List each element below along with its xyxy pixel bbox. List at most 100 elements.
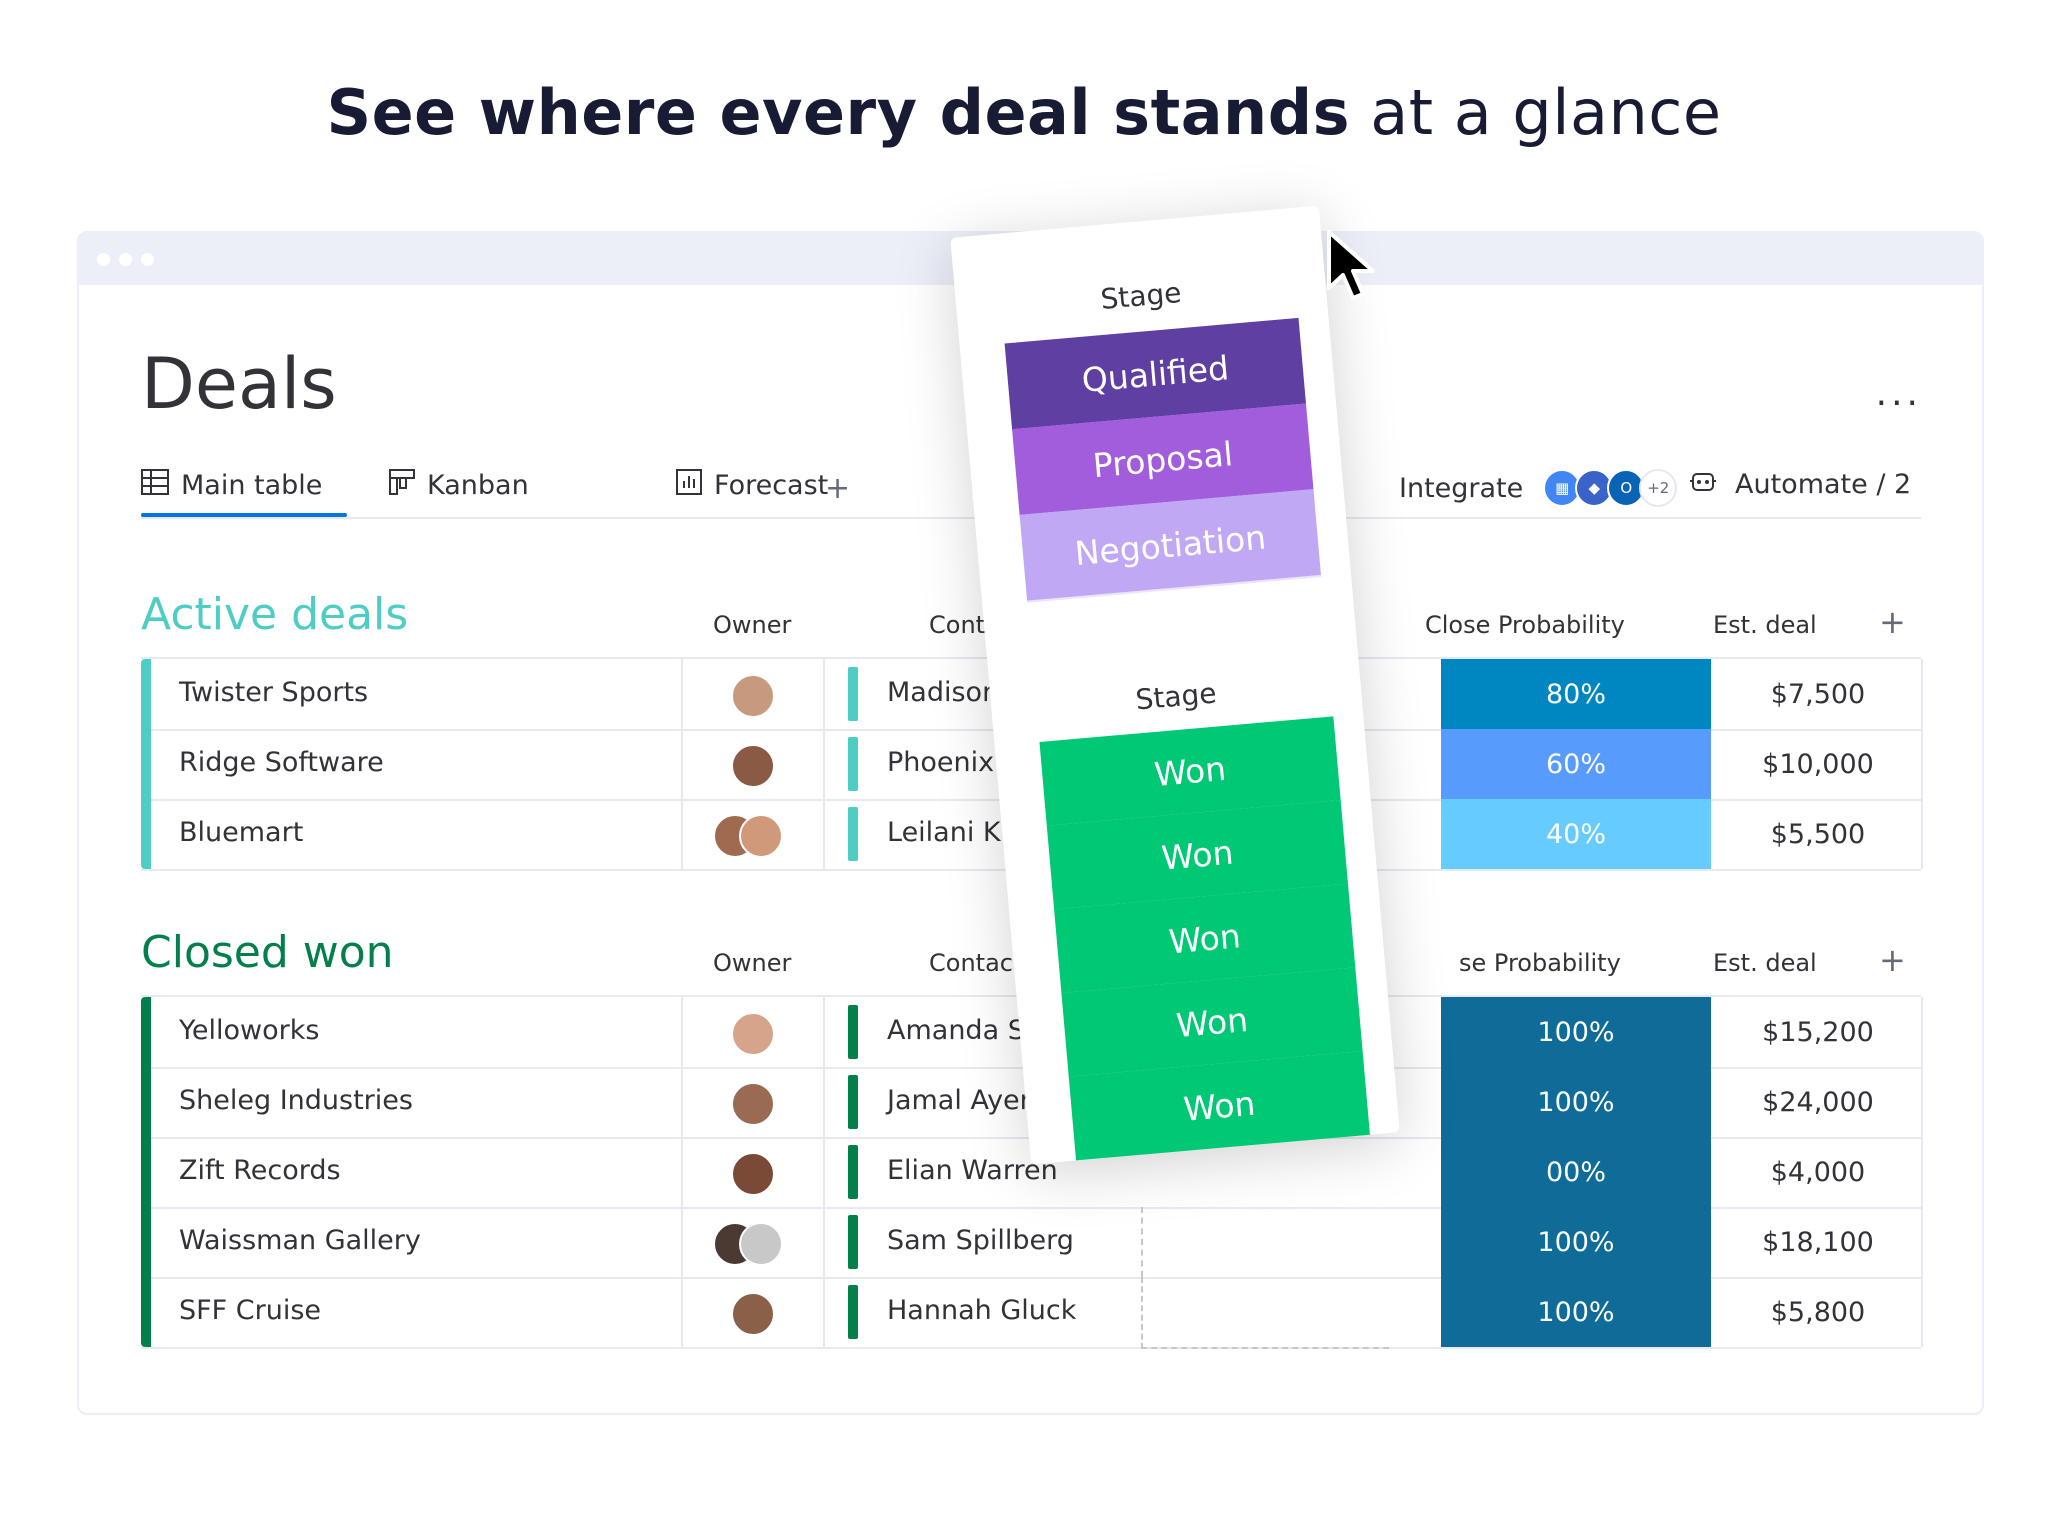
tab-forecast[interactable]: Forecast [676, 469, 828, 502]
stage-header: Stage [1099, 276, 1183, 316]
headline: See where every deal stands at a glance [0, 76, 2048, 149]
close-probability-cell[interactable]: 100% [1441, 1277, 1711, 1347]
est-deal-cell[interactable]: $7,500 [1713, 659, 1923, 729]
owner-avatar[interactable] [731, 1012, 775, 1056]
column-divider [1921, 729, 1923, 799]
deal-name[interactable]: Sheleg Industries [179, 1085, 413, 1116]
est-deal-cell[interactable]: $5,500 [1713, 799, 1923, 869]
column-divider [823, 997, 825, 1067]
headline-bold: See where every deal stands [326, 76, 1350, 149]
column-divider [1921, 1277, 1923, 1347]
robot-icon [1689, 469, 1717, 500]
tab-label: Forecast [714, 470, 829, 501]
contact-color-bar [848, 1075, 858, 1129]
owner-avatar[interactable] [731, 744, 775, 788]
column-divider [1921, 1067, 1923, 1137]
deal-name[interactable]: Bluemart [179, 817, 303, 848]
deal-name[interactable]: Yelloworks [179, 1015, 319, 1046]
close-probability-cell[interactable]: 100% [1441, 1207, 1711, 1277]
close-probability-cell[interactable]: 100% [1441, 997, 1711, 1067]
column-divider [681, 729, 683, 799]
column-divider [823, 799, 825, 869]
group-color-bar [141, 799, 151, 869]
group-color-bar [141, 1137, 151, 1209]
contact-color-bar [848, 667, 858, 721]
contact-color-bar [848, 1285, 858, 1339]
column-header-close-probability: Close Probability [1425, 611, 1625, 639]
deal-name[interactable]: SFF Cruise [179, 1295, 321, 1326]
column-divider [823, 659, 825, 729]
owner-avatar[interactable] [731, 674, 775, 718]
more-integrations-badge: +2 [1639, 469, 1678, 507]
close-probability-cell[interactable]: 60% [1441, 729, 1711, 799]
group-title-active[interactable]: Active deals [141, 589, 408, 640]
column-divider [681, 1067, 683, 1137]
group-color-bar [141, 659, 151, 731]
contact-name[interactable]: Sam Spillberg [887, 1225, 1074, 1256]
owner-avatar[interactable] [739, 1222, 783, 1266]
deal-name[interactable]: Zift Records [179, 1155, 341, 1186]
table-row[interactable]: Waissman Gallery Sam Spillberg 100% $18,… [141, 1207, 1923, 1279]
close-probability-cell[interactable]: 80% [1441, 659, 1711, 729]
owner-avatar[interactable] [731, 1082, 775, 1126]
close-probability-cell[interactable]: 40% [1441, 799, 1711, 869]
close-probability-cell[interactable]: 00% [1441, 1137, 1711, 1207]
column-divider [681, 1137, 683, 1207]
owner-avatar[interactable] [731, 1292, 775, 1336]
drop-target-cell[interactable] [1141, 1207, 1389, 1277]
deal-name[interactable]: Ridge Software [179, 747, 384, 778]
deal-name[interactable]: Waissman Gallery [179, 1225, 421, 1256]
est-deal-cell[interactable]: $24,000 [1713, 1067, 1923, 1137]
contact-name[interactable]: Hannah Gluck [887, 1295, 1076, 1326]
chart-icon [676, 469, 702, 502]
add-column-button[interactable]: + [1879, 603, 1906, 641]
group-color-bar [141, 1067, 151, 1139]
drop-target-cell[interactable] [1141, 1277, 1389, 1349]
mouse-cursor-icon [1325, 228, 1391, 308]
tab-label: Main table [181, 470, 323, 501]
est-deal-cell[interactable]: $10,000 [1713, 729, 1923, 799]
contact-name[interactable]: Jamal Ayers [887, 1085, 1045, 1116]
est-deal-cell[interactable]: $15,200 [1713, 997, 1923, 1067]
column-divider [1921, 799, 1923, 869]
contact-color-bar [848, 1005, 858, 1059]
add-column-button[interactable]: + [1879, 941, 1906, 979]
contact-color-bar [848, 737, 858, 791]
more-options-icon[interactable]: ... [1876, 373, 1922, 414]
column-header-est-deal: Est. deal [1713, 949, 1817, 977]
deal-name[interactable]: Twister Sports [179, 677, 368, 708]
column-divider [1921, 997, 1923, 1067]
group-title-closed[interactable]: Closed won [141, 927, 394, 978]
add-view-button[interactable]: + [825, 471, 850, 506]
owner-avatar[interactable] [731, 1152, 775, 1196]
est-deal-cell[interactable]: $18,100 [1713, 1207, 1923, 1277]
tab-main-table[interactable]: Main table [141, 469, 322, 502]
contact-color-bar [848, 1215, 858, 1269]
est-deal-cell[interactable]: $4,000 [1713, 1137, 1923, 1207]
column-divider [1921, 1207, 1923, 1277]
integrate-label: Integrate [1399, 472, 1524, 504]
headline-light: at a glance [1370, 76, 1722, 149]
column-divider [681, 799, 683, 869]
column-divider [823, 729, 825, 799]
tab-kanban[interactable]: Kanban [389, 469, 529, 502]
est-deal-cell[interactable]: $5,800 [1713, 1277, 1923, 1347]
owner-avatar[interactable] [739, 814, 783, 858]
window-dot [97, 253, 110, 266]
window-dot [119, 253, 132, 266]
active-tab-indicator [141, 513, 347, 517]
automate-button[interactable]: Automate / 2 [1689, 469, 1911, 500]
column-divider [681, 1207, 683, 1277]
page-title: Deals [141, 343, 337, 425]
group-color-bar [141, 1277, 151, 1347]
column-divider [681, 659, 683, 729]
table-row[interactable]: SFF Cruise Hannah Gluck 100% $5,800 [141, 1277, 1923, 1349]
column-divider [681, 1277, 683, 1347]
kanban-icon [389, 469, 415, 502]
column-header-close-probability: se Probability [1459, 949, 1621, 977]
column-divider [823, 1207, 825, 1277]
column-divider [823, 1067, 825, 1137]
integrate-button[interactable]: Integrate ▦ ◆ O +2 [1399, 469, 1678, 507]
column-header-owner: Owner [713, 611, 792, 639]
close-probability-cell[interactable]: 100% [1441, 1067, 1711, 1137]
